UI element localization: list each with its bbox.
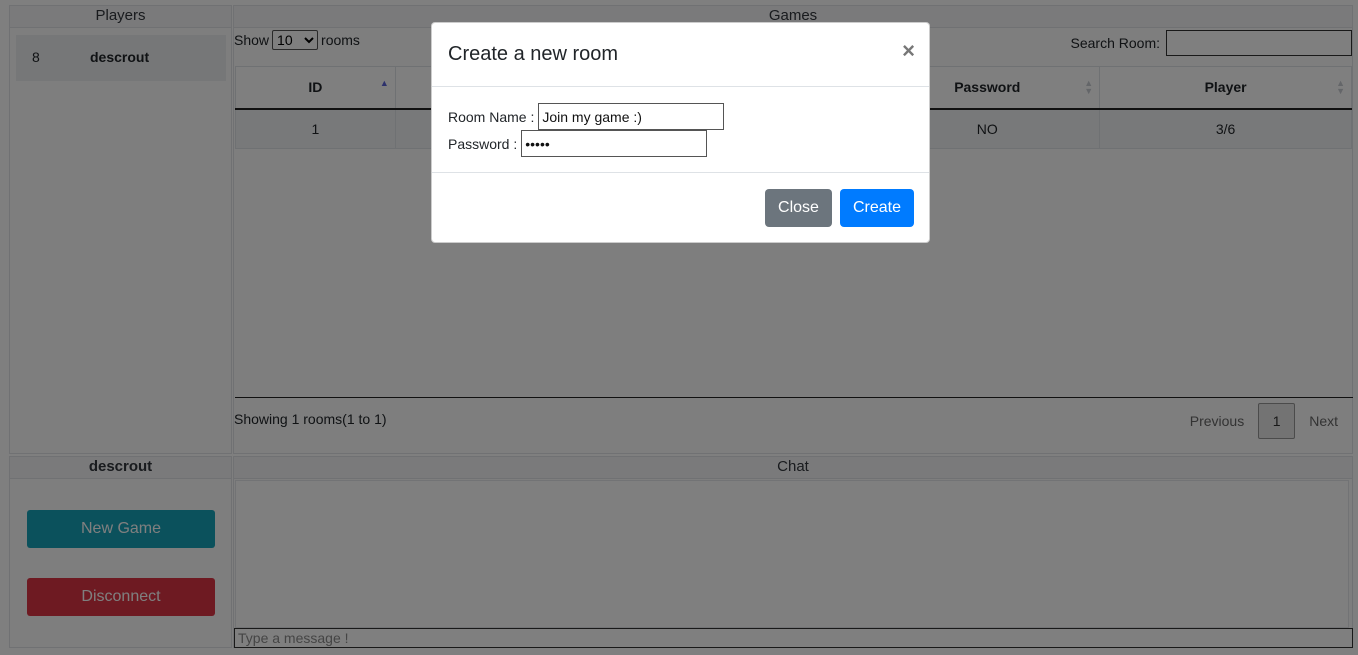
password-row: Password : [448,130,708,157]
modal-title: Create a new room [448,43,619,65]
close-button[interactable]: Close [765,189,832,227]
modal-body: Room Name : Password : [432,87,929,173]
password-label: Password : [448,135,518,152]
room-name-input[interactable] [538,103,725,130]
modal-footer: Close Create [432,173,929,243]
modal-header: Create a new room × [432,23,929,87]
create-button[interactable]: Create [840,189,914,227]
password-input[interactable] [521,130,708,157]
room-name-row: Room Name : [448,103,725,130]
close-icon[interactable]: × [902,39,915,63]
create-room-modal: Create a new room × Room Name : Password… [431,22,930,243]
room-name-label: Room Name : [448,108,535,125]
